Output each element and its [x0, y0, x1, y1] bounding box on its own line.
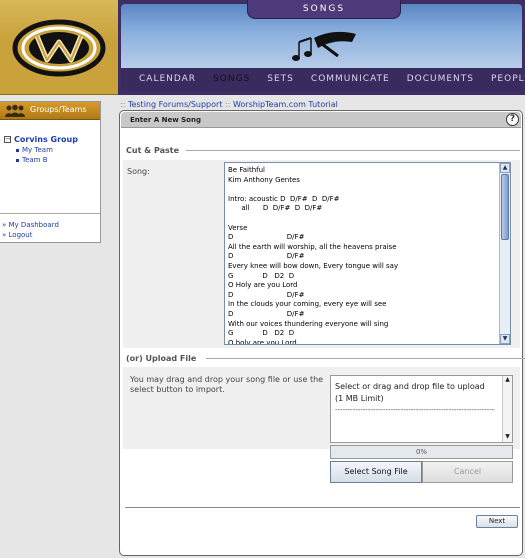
breadcrumb-separator: :: — [120, 100, 126, 109]
file-drop-zone[interactable]: Select or drag and drop file to upload (… — [330, 375, 513, 443]
panel-title: Enter A New Song — [130, 116, 201, 124]
scroll-up-icon[interactable]: ▲ — [503, 376, 512, 385]
upload-heading: (or) Upload File — [126, 354, 197, 363]
song-textarea[interactable]: Be Faithful Kim Anthony Gentes Intro: ac… — [224, 162, 511, 345]
logo[interactable] — [0, 0, 118, 95]
dashboard-label: My Dashboard — [8, 221, 59, 229]
header-banner: SONGS CALENDAR SONGS SETS COMMUNICATE DO… — [118, 0, 525, 95]
scrollbar-thumb[interactable] — [501, 174, 509, 240]
cut-paste-heading: Cut & Paste — [126, 146, 179, 155]
drop-zone-divider: ----------------------------------------… — [335, 406, 495, 414]
logout-link[interactable]: » Logout — [2, 231, 32, 239]
new-song-panel: Enter A New Song ? Cut & Paste Song: Be … — [119, 110, 525, 556]
dashboard-link[interactable]: » My Dashboard — [2, 221, 59, 229]
bullet-icon — [16, 159, 19, 162]
collapse-toggle-icon[interactable]: − — [4, 136, 11, 143]
next-button[interactable]: Next — [476, 515, 518, 528]
footer-divider — [125, 507, 520, 508]
team-link-team-b[interactable]: Team B — [22, 156, 48, 164]
drop-zone-text: Select or drag and drop file to upload (… — [335, 382, 485, 403]
logout-label: Logout — [8, 231, 33, 239]
people-icon — [5, 104, 25, 117]
group-name-link[interactable]: Corvins Group — [14, 135, 78, 144]
scroll-down-icon[interactable]: ▼ — [500, 334, 510, 344]
group-row[interactable]: − Corvins Group — [4, 135, 100, 145]
drop-zone-scrollbar[interactable]: ▲ ▼ — [502, 376, 512, 442]
nav-documents[interactable]: DOCUMENTS — [407, 74, 474, 84]
help-icon[interactable]: ? — [506, 113, 519, 126]
music-notes-icon — [292, 31, 356, 61]
team-link-my-team[interactable]: My Team — [22, 146, 53, 154]
sidebar-divider — [0, 213, 100, 214]
song-lyrics-text[interactable]: Be Faithful Kim Anthony Gentes Intro: ac… — [228, 166, 494, 344]
breadcrumb-link-forums[interactable]: Testing Forums/Support — [128, 100, 223, 109]
team-row[interactable]: My Team — [4, 145, 100, 155]
nav-songs[interactable]: SONGS — [213, 74, 250, 84]
bullet-icon — [16, 149, 19, 152]
song-label: Song: — [127, 167, 150, 176]
team-row[interactable]: Team B — [4, 155, 100, 165]
groups-teams-label: Groups/Teams — [30, 105, 87, 114]
nav-sets[interactable]: SETS — [267, 74, 294, 84]
worshipteam-logo-icon — [12, 19, 106, 77]
group-tree: − Corvins Group My Team Team B — [4, 135, 100, 165]
lyrics-scrollbar[interactable]: ▲ ▼ — [499, 163, 510, 344]
breadcrumb: :: Testing Forums/Support :: WorshipTeam… — [120, 100, 338, 109]
progress-text: 0% — [415, 448, 428, 456]
breadcrumb-separator: :: — [225, 100, 231, 109]
breadcrumb-link-tutorial[interactable]: WorshipTeam.com Tutorial — [233, 100, 338, 109]
nav-communicate[interactable]: COMMUNICATE — [311, 74, 390, 84]
cancel-button[interactable]: Cancel — [422, 461, 513, 483]
panel-title-bar: Enter A New Song ? — [121, 112, 521, 128]
main-nav: CALENDAR SONGS SETS COMMUNICATE DOCUMENT… — [121, 68, 525, 90]
nav-calendar[interactable]: CALENDAR — [139, 74, 196, 84]
scroll-down-icon[interactable]: ▼ — [503, 433, 512, 442]
sidebar: Groups/Teams − Corvins Group My Team Tea… — [0, 101, 101, 243]
select-song-file-button[interactable]: Select Song File — [330, 461, 422, 483]
upload-help-text: You may drag and drop your song file or … — [130, 375, 324, 394]
upload-progress-bar: 0% — [330, 445, 513, 459]
section-divider — [206, 358, 525, 359]
scroll-up-icon[interactable]: ▲ — [500, 163, 510, 173]
section-divider — [186, 150, 520, 151]
section-title-tab: SONGS — [247, 0, 401, 19]
nav-people[interactable]: PEOPLE — [491, 74, 525, 84]
groups-teams-header: Groups/Teams — [0, 102, 100, 120]
